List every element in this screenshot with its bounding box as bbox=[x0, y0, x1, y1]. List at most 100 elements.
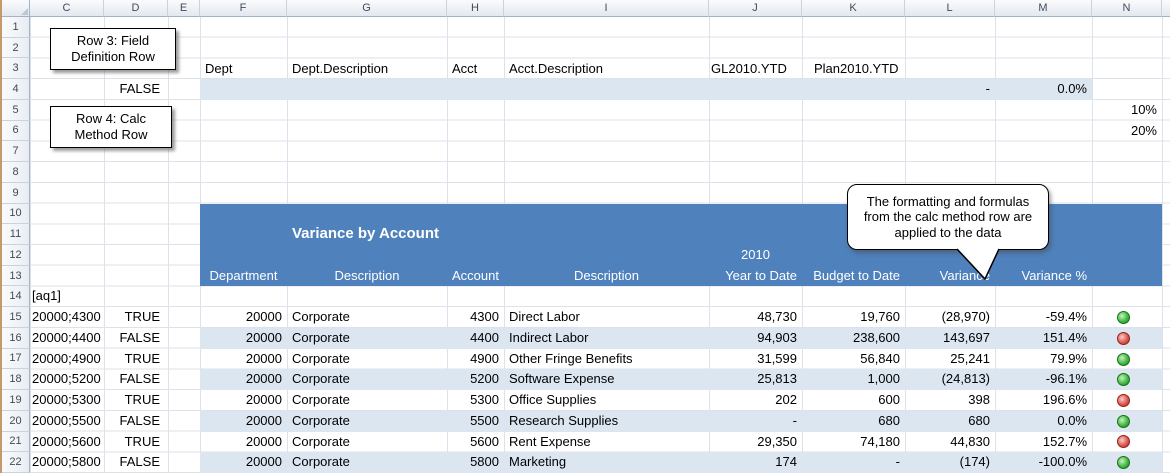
row-header-12[interactable]: 12 bbox=[2, 245, 30, 266]
column-header-D[interactable]: D bbox=[104, 0, 168, 17]
cell-dept[interactable]: 20000 bbox=[200, 411, 282, 432]
cell-variance[interactable]: 680 bbox=[905, 411, 990, 432]
row-header-21[interactable]: 21 bbox=[2, 432, 30, 453]
cell-variance[interactable]: 143,697 bbox=[905, 328, 990, 349]
cell-dept_name[interactable]: Corporate bbox=[292, 349, 350, 370]
field-dept-cell[interactable]: Dept bbox=[205, 59, 232, 80]
cell-acct[interactable]: 4400 bbox=[447, 328, 499, 349]
field-dept-description-cell[interactable]: Dept.Description bbox=[292, 59, 388, 80]
cell-acct_name[interactable]: Software Expense bbox=[509, 369, 615, 390]
row-header-22[interactable]: 22 bbox=[2, 452, 30, 473]
cell-acct_name[interactable]: Office Supplies bbox=[509, 390, 596, 411]
row-header-9[interactable]: 9 bbox=[2, 183, 30, 204]
field-plan-ytd-cell[interactable]: Plan2010.YTD bbox=[814, 59, 899, 80]
cell-flag[interactable]: FALSE bbox=[104, 369, 160, 390]
cell-acct[interactable]: 5800 bbox=[447, 452, 499, 473]
cell-variance_pct[interactable]: 0.0% bbox=[995, 411, 1087, 432]
cell-acct[interactable]: 5300 bbox=[447, 390, 499, 411]
cell-dept[interactable]: 20000 bbox=[200, 390, 282, 411]
cell-acct_name[interactable]: Indirect Labor bbox=[509, 328, 589, 349]
cell-ytd[interactable]: 25,813 bbox=[709, 369, 797, 390]
cell-dept_name[interactable]: Corporate bbox=[292, 328, 350, 349]
cell-key[interactable]: 20000;5800 bbox=[32, 452, 101, 473]
cell-flag[interactable]: TRUE bbox=[104, 307, 160, 328]
callout-field-definition-row[interactable]: Row 3: Field Definition Row bbox=[50, 28, 176, 70]
cell-key[interactable]: 20000;5300 bbox=[32, 390, 101, 411]
cell-budget[interactable]: 600 bbox=[802, 390, 900, 411]
cell-dept_name[interactable]: Corporate bbox=[292, 390, 350, 411]
cell-variance_pct[interactable]: 79.9% bbox=[995, 349, 1087, 370]
cell-flag[interactable]: TRUE bbox=[104, 432, 160, 453]
cell-dept[interactable]: 20000 bbox=[200, 307, 282, 328]
row-header-18[interactable]: 18 bbox=[2, 369, 30, 390]
cell-flag[interactable]: FALSE bbox=[104, 452, 160, 473]
row-header-8[interactable]: 8 bbox=[2, 162, 30, 183]
row-header-20[interactable]: 20 bbox=[2, 411, 30, 432]
cell-key[interactable]: 20000;5200 bbox=[32, 369, 101, 390]
row-header-15[interactable]: 15 bbox=[2, 307, 30, 328]
cell-ytd[interactable]: 48,730 bbox=[709, 307, 797, 328]
cell-acct_name[interactable]: Rent Expense bbox=[509, 432, 591, 453]
cell-dept_name[interactable]: Corporate bbox=[292, 452, 350, 473]
row-header-17[interactable]: 17 bbox=[2, 349, 30, 370]
cell-key[interactable]: 20000;4400 bbox=[32, 328, 101, 349]
cell-variance_pct[interactable]: -100.0% bbox=[995, 452, 1087, 473]
cell-variance_pct[interactable]: -96.1% bbox=[995, 369, 1087, 390]
cell-budget[interactable]: 238,600 bbox=[802, 328, 900, 349]
cell-flag[interactable]: TRUE bbox=[104, 390, 160, 411]
select-all-corner[interactable] bbox=[2, 0, 30, 17]
column-header-variance-pct[interactable]: Variance % bbox=[995, 266, 1087, 287]
cell-ytd[interactable]: 94,903 bbox=[709, 328, 797, 349]
cell-acct[interactable]: 4900 bbox=[447, 349, 499, 370]
cell-budget[interactable]: 680 bbox=[802, 411, 900, 432]
row-header-4[interactable]: 4 bbox=[2, 79, 30, 100]
callout-bubble[interactable]: The formatting and formulas from the cal… bbox=[847, 184, 1049, 250]
cell-key[interactable]: 20000;5500 bbox=[32, 411, 101, 432]
column-header-H[interactable]: H bbox=[447, 0, 504, 17]
cell-ytd[interactable]: 31,599 bbox=[709, 349, 797, 370]
cell-ytd[interactable]: 174 bbox=[709, 452, 797, 473]
field-acct-description-cell[interactable]: Acct.Description bbox=[509, 59, 603, 80]
column-header-year-to-date[interactable]: Year to Date bbox=[709, 266, 797, 287]
column-header-I[interactable]: I bbox=[504, 0, 709, 17]
cell-variance_pct[interactable]: -59.4% bbox=[995, 307, 1087, 328]
cell-acct[interactable]: 5500 bbox=[447, 411, 499, 432]
row-header-7[interactable]: 7 bbox=[2, 141, 30, 162]
cell-dept_name[interactable]: Corporate bbox=[292, 432, 350, 453]
row-header-10[interactable]: 10 bbox=[2, 204, 30, 225]
column-header-department[interactable]: Department bbox=[200, 266, 287, 287]
row-header-3[interactable]: 3 bbox=[2, 58, 30, 79]
cell-flag[interactable]: FALSE bbox=[104, 411, 160, 432]
cell-budget[interactable]: 19,760 bbox=[802, 307, 900, 328]
column-header-K[interactable]: K bbox=[802, 0, 905, 17]
cell-budget[interactable]: - bbox=[802, 452, 900, 473]
cell-ytd[interactable]: 202 bbox=[709, 390, 797, 411]
cell-acct[interactable]: 4300 bbox=[447, 307, 499, 328]
cell-variance[interactable]: 44,830 bbox=[905, 432, 990, 453]
column-header-G[interactable]: G bbox=[287, 0, 447, 17]
cell-acct_name[interactable]: Marketing bbox=[509, 452, 566, 473]
callout-calc-method-row[interactable]: Row 4: Calc Method Row bbox=[50, 106, 172, 148]
cell-variance[interactable]: (174) bbox=[905, 452, 990, 473]
cell-acct[interactable]: 5600 bbox=[447, 432, 499, 453]
cell-dept[interactable]: 20000 bbox=[200, 432, 282, 453]
column-header-account[interactable]: Account bbox=[447, 266, 504, 287]
column-header-N[interactable]: N bbox=[1092, 0, 1162, 17]
cell-variance_pct[interactable]: 152.7% bbox=[995, 432, 1087, 453]
calc-variance-pct-cell[interactable]: 0.0% bbox=[995, 79, 1087, 100]
row-header-13[interactable]: 13 bbox=[2, 266, 30, 287]
row-header-16[interactable]: 16 bbox=[2, 328, 30, 349]
cell-dept[interactable]: 20000 bbox=[200, 369, 282, 390]
cell-budget[interactable]: 1,000 bbox=[802, 369, 900, 390]
column-header-M[interactable]: M bbox=[995, 0, 1092, 17]
row-header-19[interactable]: 19 bbox=[2, 390, 30, 411]
column-header-C[interactable]: C bbox=[30, 0, 104, 17]
cell-dept[interactable]: 20000 bbox=[200, 452, 282, 473]
column-header-F[interactable]: F bbox=[200, 0, 287, 17]
cell-ytd[interactable]: - bbox=[709, 411, 797, 432]
cell-variance[interactable]: 398 bbox=[905, 390, 990, 411]
row-header-5[interactable]: 5 bbox=[2, 100, 30, 121]
cell-variance[interactable]: 25,241 bbox=[905, 349, 990, 370]
field-acct-cell[interactable]: Acct bbox=[452, 59, 477, 80]
cell-dept_name[interactable]: Corporate bbox=[292, 411, 350, 432]
